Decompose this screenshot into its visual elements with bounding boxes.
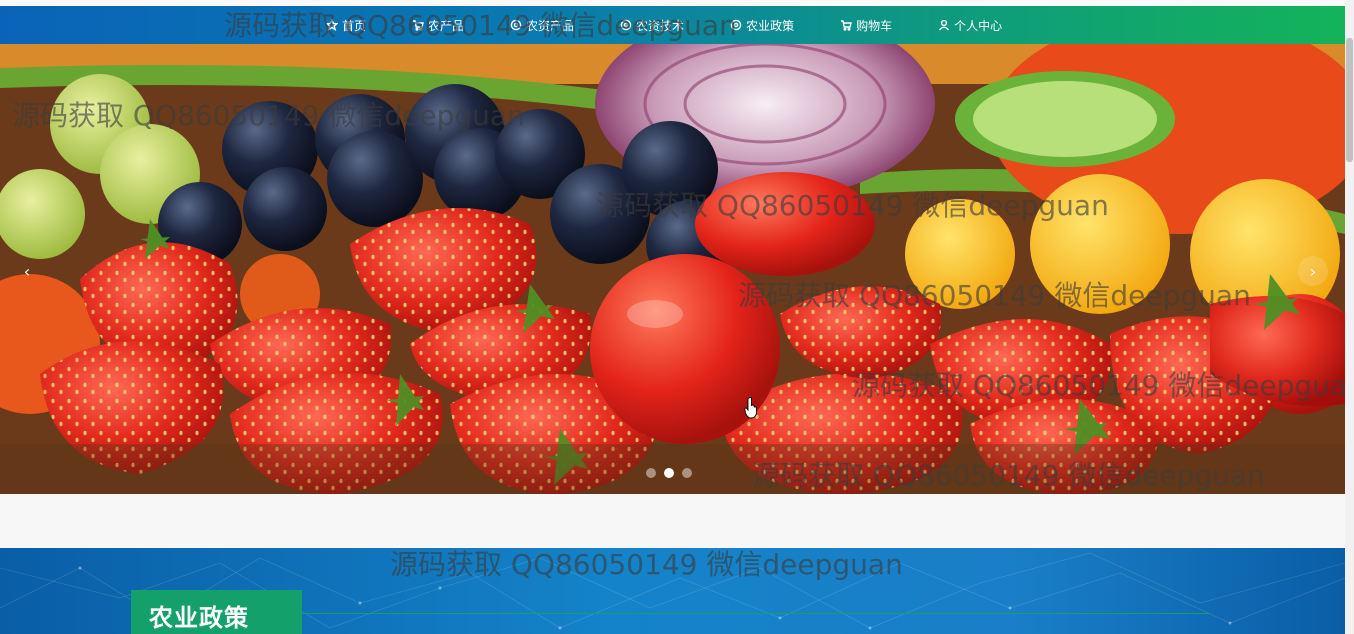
section-title-divider xyxy=(302,613,1210,614)
spacer-band xyxy=(0,494,1345,548)
nav-item-cart[interactable]: 购物车 xyxy=(840,17,892,34)
nav-item-policy[interactable]: 农业政策 xyxy=(730,17,794,34)
carousel-next-button[interactable]: › xyxy=(1298,256,1328,286)
carousel-dot-1[interactable] xyxy=(646,468,656,478)
carousel-prev-button[interactable]: ‹ xyxy=(12,256,42,286)
scrollbar-thumb[interactable] xyxy=(1346,38,1353,162)
watermark-text: 源码获取 QQ86050149 微信deepguan xyxy=(224,9,737,42)
watermark-text: 源码获取 QQ86050149 微信deepguan xyxy=(852,369,1354,402)
user-icon xyxy=(939,19,950,31)
carousel-dot-2[interactable] xyxy=(664,468,674,478)
hand-cursor-icon xyxy=(744,397,757,419)
vertical-scrollbar[interactable] xyxy=(1345,0,1354,634)
carousel-indicators xyxy=(646,468,700,478)
chevron-right-icon: › xyxy=(1309,261,1317,281)
watermark-text: 源码获取 QQ86050149 微信deepguan xyxy=(390,548,903,581)
watermark-text: 源码获取 QQ86050149 微信deepguan xyxy=(596,189,1109,222)
nav-item-profile[interactable]: 个人中心 xyxy=(938,17,1002,34)
cart-icon xyxy=(841,20,852,31)
nav-item-label: 个人中心 xyxy=(954,18,1003,33)
page: ‹ › 首页 农产品 农资产品 农资技术 农业政策 购物车 个人中心 农业政策 … xyxy=(0,0,1354,634)
watermark-text: 源码获取 QQ86050149 微信deepguan xyxy=(12,99,525,132)
section-title: 农业政策 xyxy=(149,604,249,632)
nav-item-label: 农业政策 xyxy=(746,18,795,33)
watermark-text: 源码获取 QQ86050149 微信deepguan xyxy=(738,279,1251,312)
chevron-left-icon: ‹ xyxy=(23,261,31,281)
nav-item-label: 购物车 xyxy=(856,18,893,33)
watermark-text: 源码获取 QQ86050149 微信deepguan xyxy=(752,459,1265,492)
carousel-dot-3[interactable] xyxy=(682,468,692,478)
